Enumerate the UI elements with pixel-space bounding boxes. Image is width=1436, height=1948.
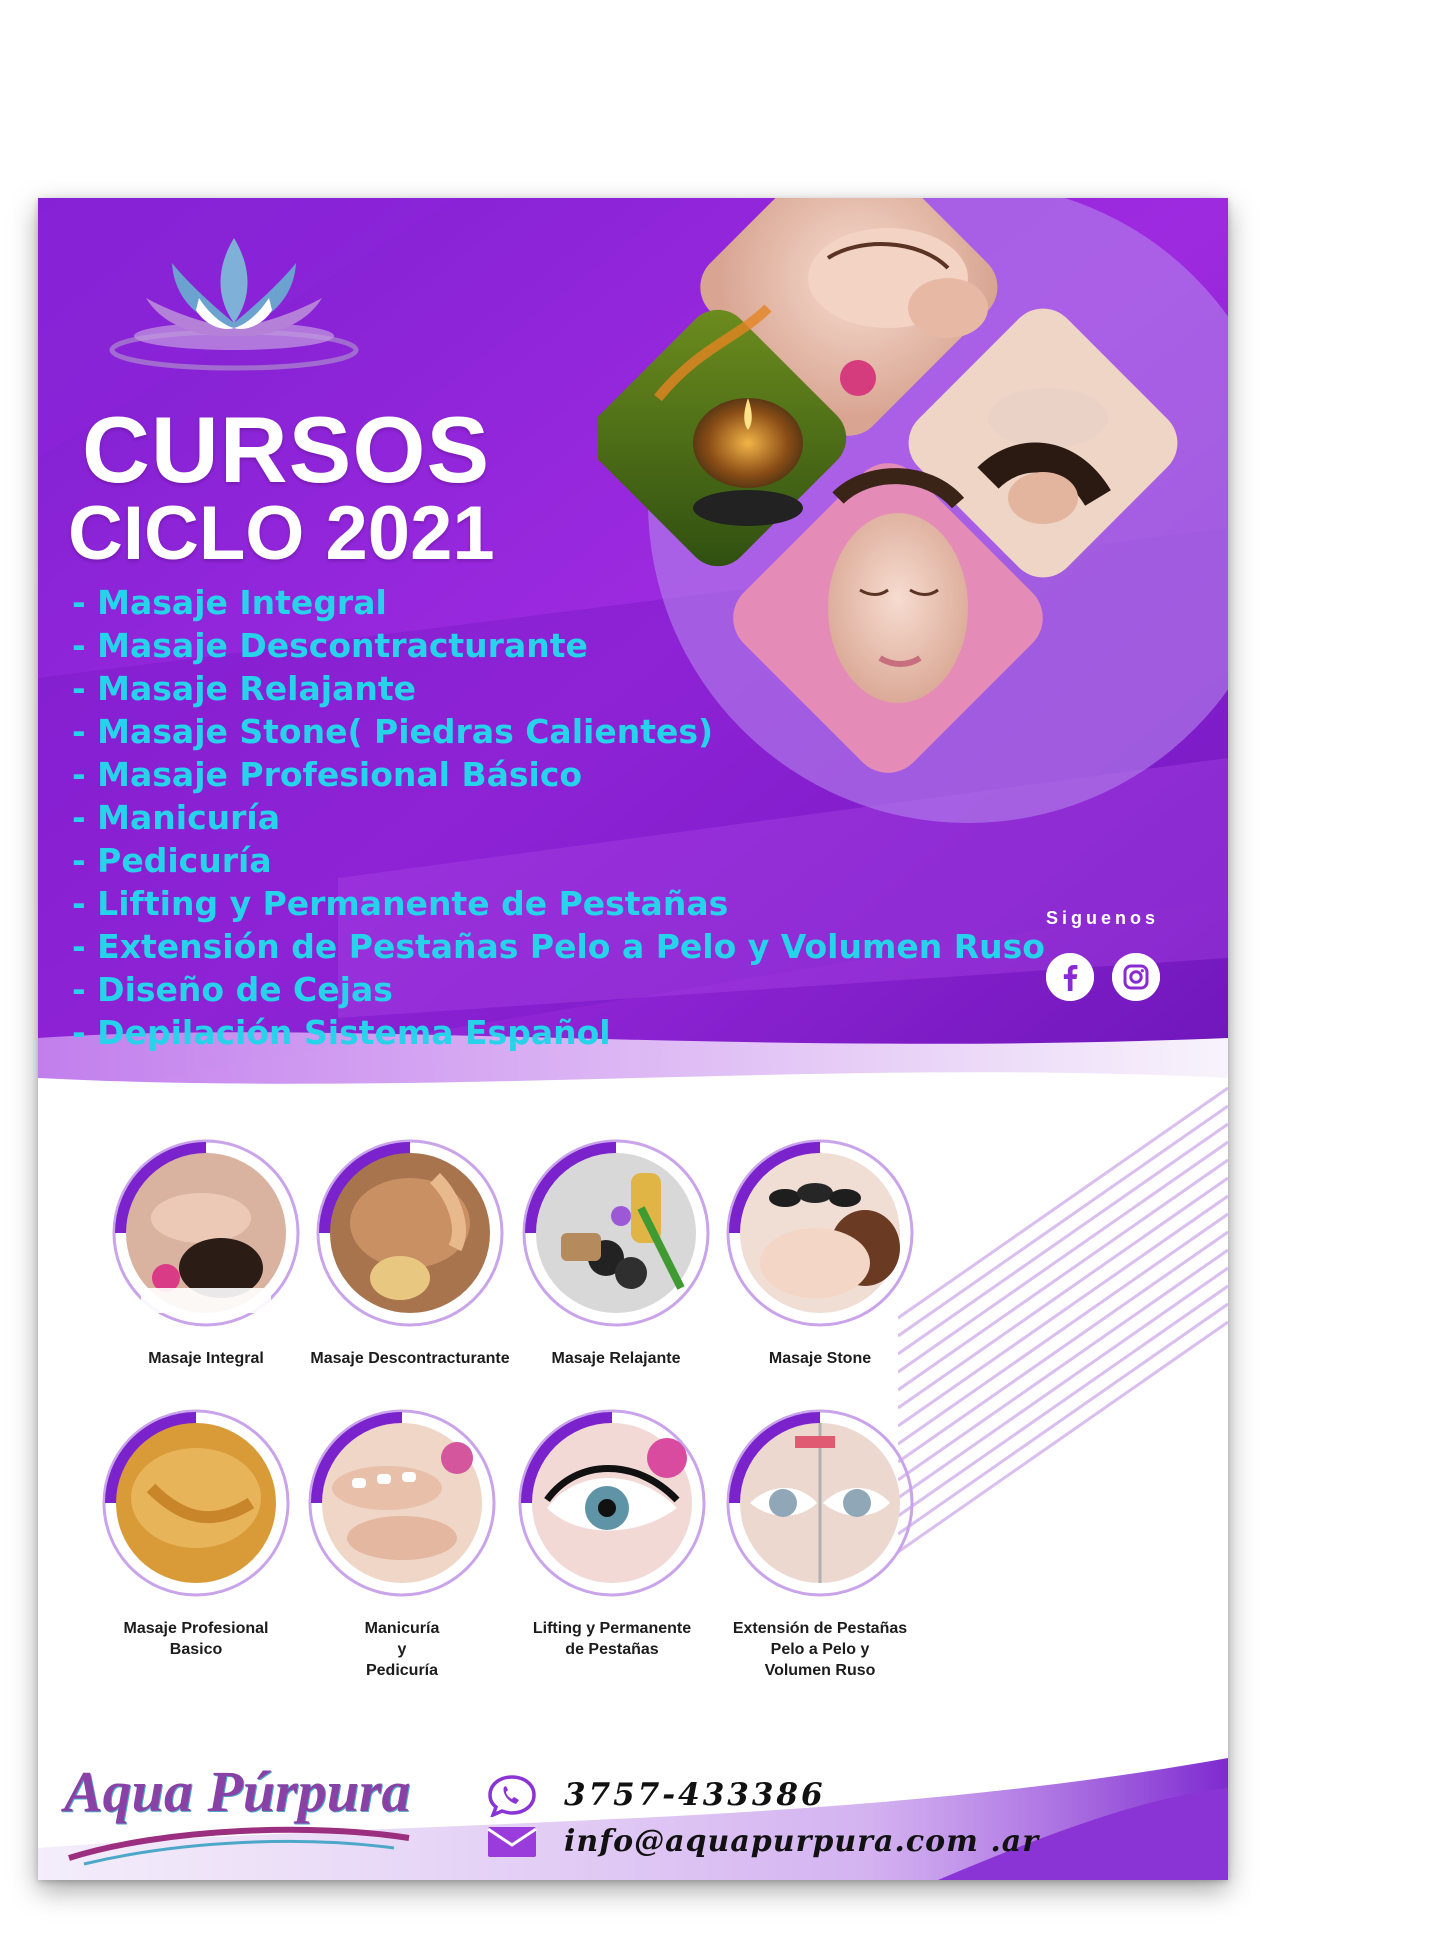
course-item: - Pedicuría (72, 841, 272, 880)
service-card-extension-pestanas: Extensión de Pestañas Pelo a Pelo y Volu… (710, 1408, 930, 1681)
lotus-logo (109, 238, 359, 371)
service-card-lifting-pestanas: Lifting y Permanente de Pestañas (502, 1408, 722, 1660)
decorative-stripes (898, 1086, 1228, 1554)
page-title: CURSOS (82, 397, 491, 502)
phone-number: 3757-433386 (564, 1777, 826, 1813)
spa-photo-collage (598, 198, 1228, 823)
facebook-icon[interactable] (1046, 953, 1094, 1001)
service-card-manicuria: Manicuría y Pedicuría (292, 1408, 512, 1681)
brand-logo: Aqua Púrpura (64, 1759, 411, 1824)
social-label: Siguenos (1046, 908, 1160, 928)
course-item: - Diseño de Cejas (72, 970, 393, 1009)
email-address: info@aquapurpura.com .ar (564, 1823, 1040, 1859)
service-card-masaje-integral: Masaje Integral (96, 1138, 316, 1369)
service-caption: Masaje Relajante (551, 1350, 681, 1367)
service-card-masaje-profesional: Masaje Profesional Basico (86, 1408, 306, 1660)
service-caption: Extensión de Pestañas Pelo a Pelo y Volu… (732, 1620, 908, 1679)
service-caption: Lifting y Permanente de Pestañas (532, 1620, 692, 1658)
whatsapp-icon (488, 1775, 536, 1817)
service-card-masaje-descontracturante: Masaje Descontracturante (300, 1138, 520, 1369)
course-item: - Depilación Sistema Español (72, 1013, 611, 1052)
page-subtitle: CICLO 2021 (68, 491, 495, 576)
service-card-masaje-stone: Masaje Stone (710, 1138, 930, 1369)
phone-contact[interactable]: 3757-433386 (486, 1773, 826, 1817)
envelope-icon (487, 1827, 537, 1857)
service-caption: Masaje Profesional Basico (123, 1620, 269, 1658)
email-contact[interactable]: info@aquapurpura.com .ar (486, 1823, 1039, 1859)
service-caption: Manicuría y Pedicuría (364, 1620, 440, 1679)
course-item: - Lifting y Permanente de Pestañas (72, 884, 729, 923)
flyer: CURSOS CICLO 2021 - Masaje Integral - Ma… (38, 198, 1228, 1880)
service-caption: Masaje Integral (148, 1350, 264, 1367)
service-card-masaje-relajante: Masaje Relajante (506, 1138, 726, 1369)
instagram-icon[interactable] (1112, 953, 1160, 1001)
brand-swoosh (68, 1826, 410, 1866)
service-caption: Masaje Stone (768, 1350, 872, 1367)
service-caption: Masaje Descontracturante (310, 1350, 510, 1367)
course-item: - Extensión de Pestañas Pelo a Pelo y Vo… (72, 927, 1045, 966)
